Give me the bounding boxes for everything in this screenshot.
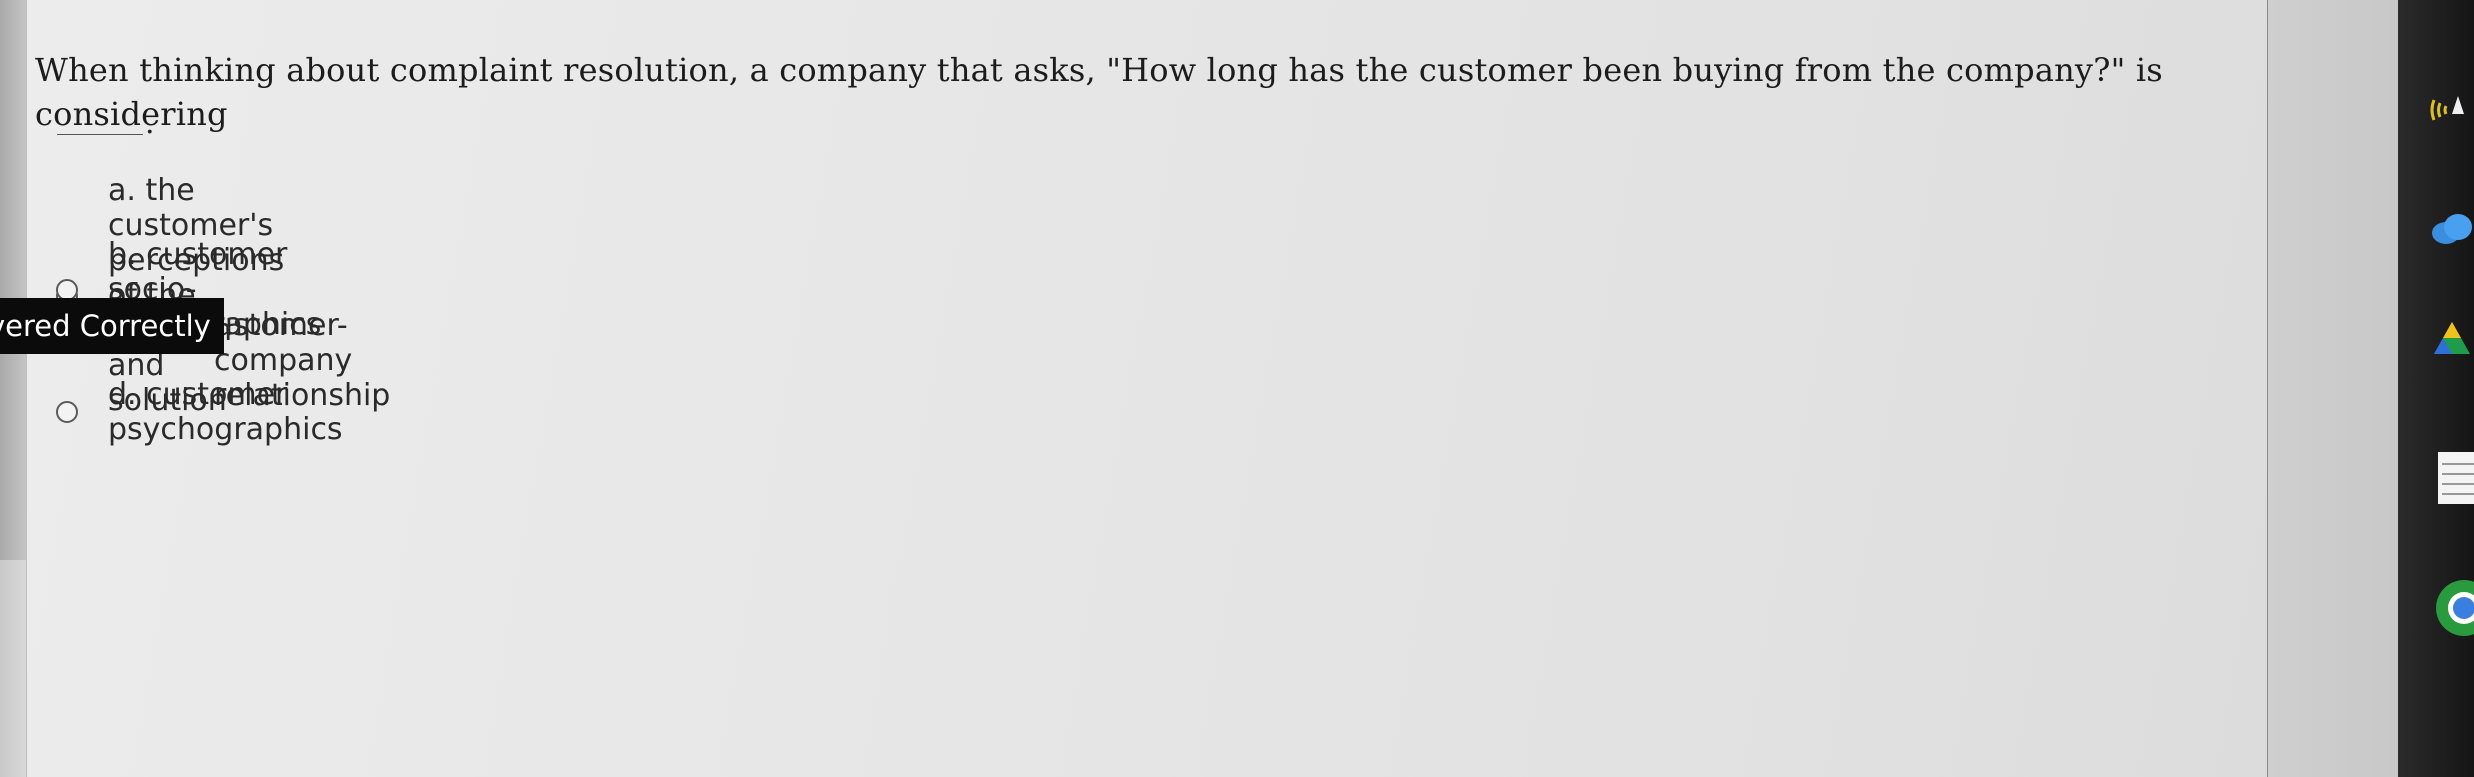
blank-period: . bbox=[145, 106, 155, 141]
option-label: d. customer psychographics bbox=[108, 377, 343, 447]
answer-blank bbox=[57, 134, 143, 135]
answered-correctly-badge: vered Correctly bbox=[0, 298, 224, 354]
chrome-icon[interactable] bbox=[2432, 576, 2474, 640]
browser-left-edge bbox=[0, 0, 26, 560]
screen: When thinking about complaint resolution… bbox=[0, 0, 2474, 777]
option-d[interactable]: d. customer psychographics bbox=[56, 377, 343, 447]
drive-icon[interactable] bbox=[2430, 318, 2474, 362]
browser-left-edge-lower bbox=[0, 560, 26, 777]
radio-button[interactable] bbox=[56, 401, 78, 423]
notes-icon[interactable] bbox=[2434, 448, 2474, 508]
question-text: When thinking about complaint resolution… bbox=[35, 51, 2163, 133]
screen-bezel-edge bbox=[2268, 0, 2398, 777]
wifi-icon[interactable] bbox=[2428, 90, 2468, 130]
cloud-icon[interactable] bbox=[2426, 205, 2474, 253]
